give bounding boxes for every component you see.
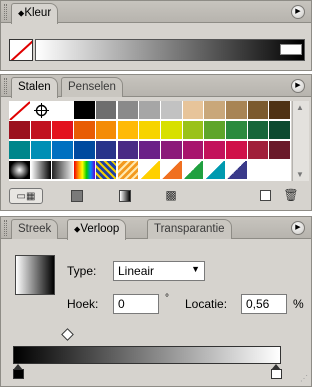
swatch-color[interactable] <box>269 121 292 140</box>
color-panel-tabbar: ⬥Kleur ▶ <box>1 1 311 24</box>
type-label: Type: <box>67 264 97 278</box>
percent-unit: % <box>293 297 304 311</box>
swatch-color[interactable] <box>52 101 75 120</box>
gradient-type-select[interactable]: Lineair ▼ <box>113 261 205 281</box>
angle-input[interactable]: 0 <box>113 294 159 314</box>
swatch-pattern[interactable] <box>182 161 205 180</box>
white-swatch[interactable] <box>280 44 302 55</box>
gradient-slider[interactable] <box>13 346 281 364</box>
gradient-panel-tabbar: Streek ⬥Verloop Transparantie ▶ <box>1 217 311 240</box>
angle-label: Hoek: <box>67 297 99 311</box>
panel-menu-icon[interactable]: ▶ <box>291 79 305 93</box>
swatch-pattern[interactable] <box>95 161 118 180</box>
swatch-color[interactable] <box>139 101 161 120</box>
swatch-color[interactable] <box>226 101 248 120</box>
swatch-color[interactable] <box>52 141 75 160</box>
chevron-down-icon[interactable]: ▼ <box>191 264 200 274</box>
swatch-color[interactable] <box>139 121 161 140</box>
gradient-stop-start[interactable] <box>13 364 24 379</box>
swatch-color[interactable] <box>160 101 183 120</box>
panel-grip[interactable] <box>4 220 7 236</box>
swatch-color[interactable] <box>247 121 270 140</box>
swatch-color[interactable] <box>160 141 183 160</box>
swatch-color[interactable] <box>204 101 226 120</box>
swatch-pattern[interactable] <box>226 161 248 180</box>
swatch-scrollbar[interactable]: ▲ ▼ <box>292 101 309 181</box>
swatch-color[interactable] <box>226 121 248 140</box>
scroll-down-icon[interactable]: ▼ <box>296 170 304 179</box>
none-slash-icon <box>10 40 32 60</box>
gradient-midpoint-diamond[interactable] <box>61 328 74 341</box>
swatches-panel: Stalen Penselen ▶ ▲ ▼ ▭▦ ▩ 🗑 <box>0 74 312 211</box>
resize-grip-icon[interactable]: ⋰ <box>300 374 308 383</box>
swatch-color[interactable] <box>30 141 53 160</box>
swatches-panel-tabbar: Stalen Penselen ▶ <box>1 75 311 98</box>
tab-penselen[interactable]: Penselen <box>61 77 123 97</box>
panel-grip[interactable] <box>4 4 7 20</box>
swatch-color[interactable] <box>74 121 96 140</box>
trash-icon[interactable]: 🗑 <box>281 188 301 204</box>
swatch-registration[interactable] <box>30 101 53 120</box>
swatch-color[interactable] <box>95 101 118 120</box>
gradient-swatches-icon[interactable] <box>115 188 135 204</box>
swatch-color[interactable] <box>182 121 205 140</box>
swatch-color[interactable] <box>117 141 140 160</box>
swatch-color[interactable] <box>52 121 75 140</box>
swatch-color[interactable] <box>117 101 140 120</box>
scroll-up-icon[interactable]: ▲ <box>296 103 304 112</box>
color-ramp[interactable] <box>35 39 305 61</box>
tab-transparantie[interactable]: Transparantie <box>147 219 232 239</box>
color-swatches-icon[interactable] <box>67 188 87 204</box>
swatch-color[interactable] <box>95 121 118 140</box>
show-kinds-icon[interactable]: ▭▦ <box>9 188 43 204</box>
swatch-radial-gradient[interactable] <box>9 161 31 180</box>
none-color-swatch[interactable] <box>9 39 33 61</box>
swatch-color[interactable] <box>204 121 226 140</box>
swatch-color[interactable] <box>30 121 53 140</box>
panel-menu-icon[interactable]: ▶ <box>291 221 305 235</box>
panel-menu-icon[interactable]: ▶ <box>291 5 305 19</box>
swatch-color[interactable] <box>139 141 161 160</box>
swatch-rainbow-gradient[interactable] <box>74 161 96 180</box>
swatch-linear-gradient[interactable] <box>30 161 53 180</box>
swatch-color[interactable] <box>9 141 31 160</box>
color-panel: ⬥Kleur ▶ <box>0 0 312 71</box>
swatch-color[interactable] <box>95 141 118 160</box>
swatch-color[interactable] <box>9 121 31 140</box>
swatch-pattern[interactable] <box>204 161 226 180</box>
swatch-grid <box>9 101 292 181</box>
gradient-preview[interactable] <box>15 255 55 295</box>
swatch-color[interactable] <box>269 101 292 120</box>
swatch-color[interactable] <box>247 141 270 160</box>
swatch-color[interactable] <box>204 141 226 160</box>
location-input[interactable]: 0,56 <box>241 294 287 314</box>
swatch-color[interactable] <box>117 121 140 140</box>
swatch-color[interactable] <box>160 121 183 140</box>
location-label: Locatie: <box>185 297 228 311</box>
new-swatch-icon[interactable] <box>255 188 275 204</box>
swatch-grey-gradient[interactable] <box>52 161 75 180</box>
gradient-panel: Streek ⬥Verloop Transparantie ▶ Type: Li… <box>0 216 312 387</box>
pattern-swatches-icon[interactable]: ▩ <box>161 188 181 204</box>
swatch-pattern[interactable] <box>139 161 161 180</box>
tab-streek[interactable]: Streek <box>11 219 59 239</box>
swatch-color[interactable] <box>247 101 270 120</box>
panel-grip[interactable] <box>4 78 7 94</box>
tab-stalen[interactable]: Stalen <box>11 77 58 98</box>
tab-kleur[interactable]: ⬥Kleur <box>11 3 59 24</box>
swatch-color[interactable] <box>182 141 205 160</box>
swatch-color[interactable] <box>74 141 96 160</box>
swatches-toolbar: ▭▦ ▩ 🗑 <box>1 185 311 209</box>
swatch-color[interactable] <box>226 141 248 160</box>
swatch-color[interactable] <box>269 141 292 160</box>
swatch-none[interactable] <box>9 101 31 121</box>
tab-verloop[interactable]: ⬥Verloop <box>67 219 127 240</box>
swatch-pattern[interactable] <box>117 161 140 180</box>
swatch-color[interactable] <box>74 101 96 120</box>
degree-unit: ° <box>165 293 169 304</box>
gradient-stop-end[interactable] <box>271 364 282 379</box>
swatch-pattern[interactable] <box>160 161 183 180</box>
swatch-color[interactable] <box>182 101 205 120</box>
